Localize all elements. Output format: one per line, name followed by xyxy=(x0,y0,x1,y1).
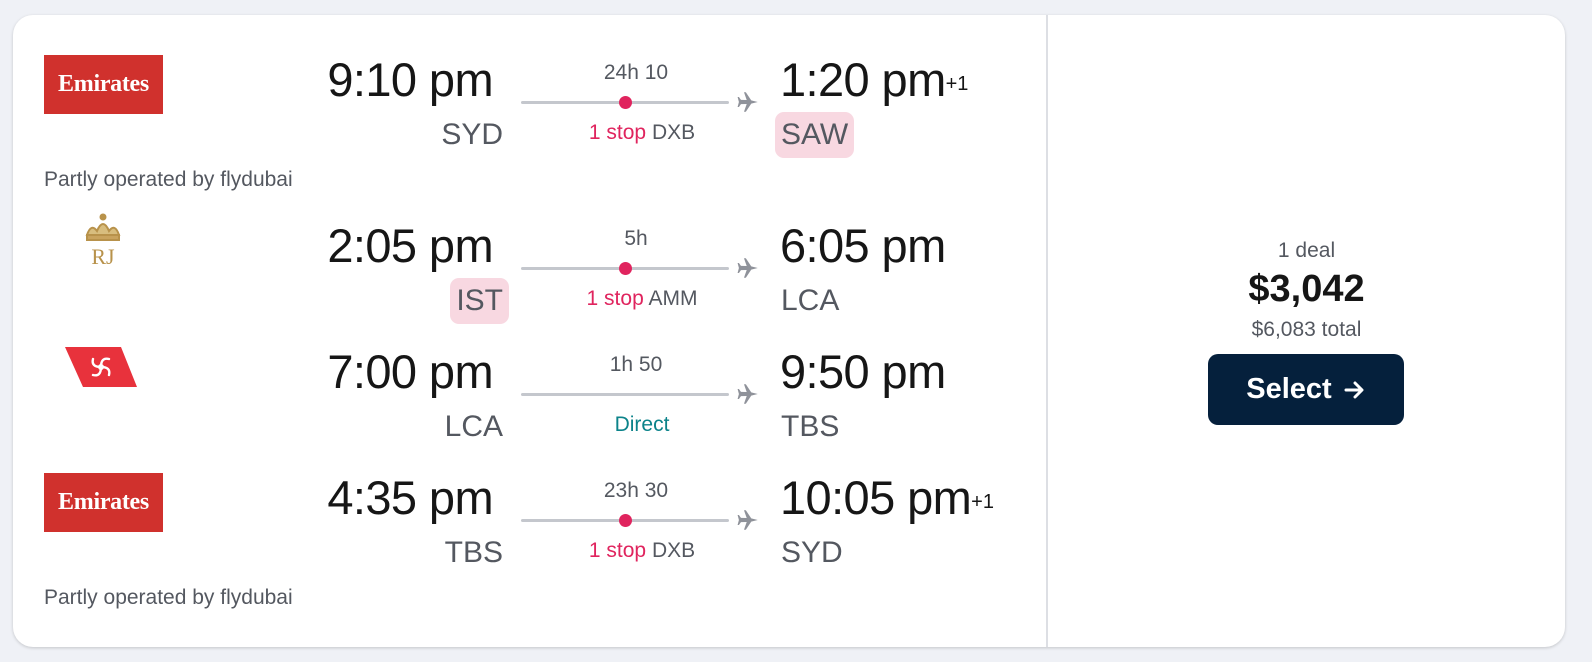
stops-count: 1 stop xyxy=(588,121,647,144)
plus-day-indicator: +1 xyxy=(945,73,969,95)
departure-time: 4:35 pm xyxy=(327,471,493,524)
arrival-airport-code: SAW xyxy=(775,112,855,158)
flight-duration: 23h 30 xyxy=(603,479,669,502)
arrival-time: 1:20 pm+1 xyxy=(780,55,968,105)
departure-time: 7:00 pm xyxy=(327,345,493,398)
stop-airport: DXB xyxy=(651,121,696,144)
arrival-time: 6:05 pm xyxy=(780,221,946,271)
departure-airport-code: SYD xyxy=(441,118,503,151)
operated-by-note: Partly operated by flydubai xyxy=(44,586,293,609)
swirl-icon xyxy=(65,347,137,387)
arrival-time: 10:05 pm+1 xyxy=(780,473,994,523)
route-line xyxy=(521,393,729,396)
deal-count: 1 deal xyxy=(1277,239,1336,262)
georgian-airways-logo xyxy=(61,341,141,393)
stops-info: 1 stop DXB xyxy=(521,121,763,145)
emirates-logo: Emirates xyxy=(44,473,163,532)
plane-icon xyxy=(737,92,758,112)
emirates-logo: Emirates xyxy=(44,55,163,114)
route-line xyxy=(521,96,729,109)
arrival-time-value: 1:20 pm xyxy=(780,53,946,106)
airline-name: Emirates xyxy=(58,489,149,515)
stop-dot xyxy=(619,96,632,109)
crown-icon: RJ xyxy=(85,213,121,269)
arrow-right-icon xyxy=(1344,381,1364,398)
departure-time: 2:05 pm xyxy=(327,219,493,272)
flight-leg: RJ 2:05 pm IST 5h 1 stop AMM 6:05 pm LCA xyxy=(13,181,1046,324)
flight-duration: 24h 10 xyxy=(603,61,669,84)
royal-jordanian-logo: RJ xyxy=(73,209,133,279)
plane-icon xyxy=(737,258,758,278)
flight-leg: Emirates 9:10 pm SYD 24h 10 1 stop DXB 1… xyxy=(13,15,1046,191)
stop-dot xyxy=(619,514,632,527)
flight-duration: 1h 50 xyxy=(609,353,663,376)
flight-duration: 5h xyxy=(624,227,648,250)
arrival-time-value: 10:05 pm xyxy=(780,471,972,524)
select-button-label: Select xyxy=(1246,373,1332,405)
stops-info: 1 stop DXB xyxy=(521,539,763,563)
price-panel: 1 deal $3,042 $6,083 total Select xyxy=(1048,15,1565,647)
departure-time: 9:10 pm xyxy=(327,53,493,106)
arrival-time: 9:50 pm xyxy=(780,347,946,397)
departure-airport-code: TBS xyxy=(444,536,503,569)
price-total: $6,083 total xyxy=(1251,318,1362,341)
plane-icon xyxy=(737,384,758,404)
airline-name: Emirates xyxy=(58,71,149,97)
stop-airport: DXB xyxy=(651,539,696,562)
svg-text:RJ: RJ xyxy=(91,244,115,269)
flight-leg: 7:00 pm LCA 1h 50 Direct 9:50 pm TBS xyxy=(13,307,1046,447)
plus-day-indicator: +1 xyxy=(971,491,994,513)
arrival-time-value: 9:50 pm xyxy=(780,345,946,398)
route-line xyxy=(521,514,729,527)
price-amount: $3,042 xyxy=(1248,268,1365,310)
flight-result-card[interactable]: Emirates 9:10 pm SYD 24h 10 1 stop DXB 1… xyxy=(13,15,1565,647)
arrival-time-value: 6:05 pm xyxy=(780,219,946,272)
arrival-airport-code: SYD xyxy=(781,536,843,569)
stops-count: 1 stop xyxy=(588,539,647,562)
plane-icon xyxy=(737,510,758,530)
select-button[interactable]: Select xyxy=(1208,354,1404,425)
flight-leg: Emirates 4:35 pm TBS 23h 30 1 stop DXB 1… xyxy=(13,433,1046,609)
stop-dot xyxy=(619,262,632,275)
route-line xyxy=(521,262,729,275)
